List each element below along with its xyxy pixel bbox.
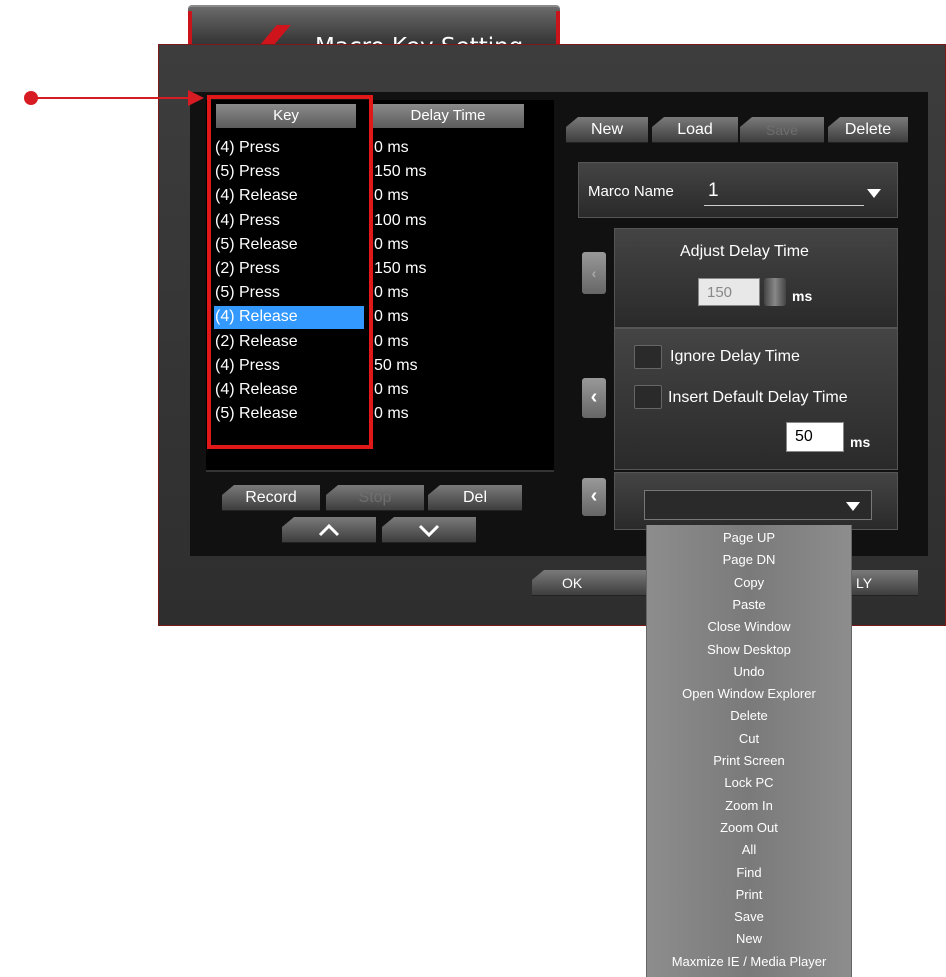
macro-name-value: 1 [708,180,719,201]
list-bottom-edge [206,470,554,472]
annotation-arrow-line [30,97,195,99]
dropdown-item[interactable]: Cut [647,728,851,750]
delay-spinner[interactable] [764,278,786,306]
row-delay: 0 ms [374,235,409,253]
move-up-button[interactable] [282,517,376,543]
dropdown-item[interactable]: Zoom Out [647,817,851,839]
ok-label: OK [562,575,583,591]
row-delay: 150 ms [374,260,427,277]
load-button[interactable]: Load [652,117,738,143]
dropdown-item[interactable]: Print [647,884,851,906]
column-header-delay[interactable]: Delay Time [372,104,524,128]
caret-down-icon [846,502,860,511]
row-delay: 0 ms [374,308,409,326]
chevron-up-icon [318,523,340,537]
row-delay: 0 ms [374,381,409,398]
dropdown-item[interactable]: Copy [647,572,851,594]
ignore-delay-checkbox[interactable] [634,345,662,369]
dropdown-item[interactable]: Show Desktop [647,639,851,661]
annotation-arrow-head-icon [188,90,204,106]
dropdown-item[interactable]: Lock PC [647,772,851,794]
ignore-delay-label: Ignore Delay Time [670,348,800,365]
chevron-down-icon [418,524,440,538]
function-dropdown-list: Page UP Page DN Copy Paste Close Window Show … [646,525,852,977]
dropdown-item[interactable]: Delete [647,705,851,727]
insert-default-delay-checkbox[interactable] [634,385,662,409]
apply-options-side-button[interactable]: ‹ [582,378,606,418]
apply-delay-side-button[interactable]: ‹ [582,252,606,294]
row-delay: 100 ms [374,211,427,229]
default-delay-unit: ms [850,434,871,450]
new-button[interactable]: New [566,117,648,143]
record-button[interactable]: Record [222,485,320,511]
row-delay: 0 ms [374,332,409,350]
move-down-button[interactable] [382,517,476,543]
dropdown-item[interactable]: New [647,928,851,950]
del-button[interactable]: Del [428,485,522,511]
dropdown-item[interactable]: Undo [647,661,851,683]
dropdown-item[interactable]: Print Screen [647,750,851,772]
delete-button[interactable]: Delete [828,117,908,143]
row-delay: 50 ms [374,356,418,374]
adjust-delay-title: Adjust Delay Time [680,243,809,260]
dropdown-item[interactable]: Open Window Explorer [647,683,851,705]
dropdown-item[interactable]: Maxmize IE / Media Player [647,951,851,973]
caret-down-icon [867,189,881,198]
apply-label: LY [856,575,873,591]
macro-name-select[interactable]: 1 [704,180,881,206]
adjust-delay-input[interactable] [698,278,760,306]
apply-function-side-button[interactable]: ‹ [582,478,606,516]
chevron-left-icon: ‹ [590,485,598,507]
macro-name-label: Marco Name [588,183,674,200]
dropdown-item[interactable]: Find [647,862,851,884]
adjust-delay-unit: ms [792,288,813,304]
row-delay: 0 ms [374,405,409,423]
ok-button[interactable]: OK [532,570,652,596]
dropdown-item[interactable]: Zoom In [647,795,851,817]
row-delay: 0 ms [374,284,409,302]
default-delay-input[interactable] [786,422,844,452]
dropdown-item[interactable]: Save [647,906,851,928]
function-select[interactable] [644,490,872,520]
dropdown-item[interactable]: Page UP [647,527,851,549]
chevron-left-icon: ‹ [590,386,598,408]
dropdown-item[interactable]: Close Window [647,616,851,638]
dropdown-item[interactable]: Paste [647,594,851,616]
row-delay: 0 ms [374,187,409,205]
annotation-highlight-box [207,95,373,449]
save-button[interactable]: Save [740,117,824,143]
annotation-arrow-dot [24,91,38,105]
row-delay: 0 ms [374,139,409,156]
chevron-left-icon: ‹ [591,265,597,281]
dropdown-item[interactable]: All [647,839,851,861]
dropdown-item[interactable]: Page DN [647,549,851,571]
insert-default-delay-label: Insert Default Delay Time [668,389,848,406]
row-delay: 150 ms [374,163,427,181]
stop-button[interactable]: Stop [326,485,424,511]
